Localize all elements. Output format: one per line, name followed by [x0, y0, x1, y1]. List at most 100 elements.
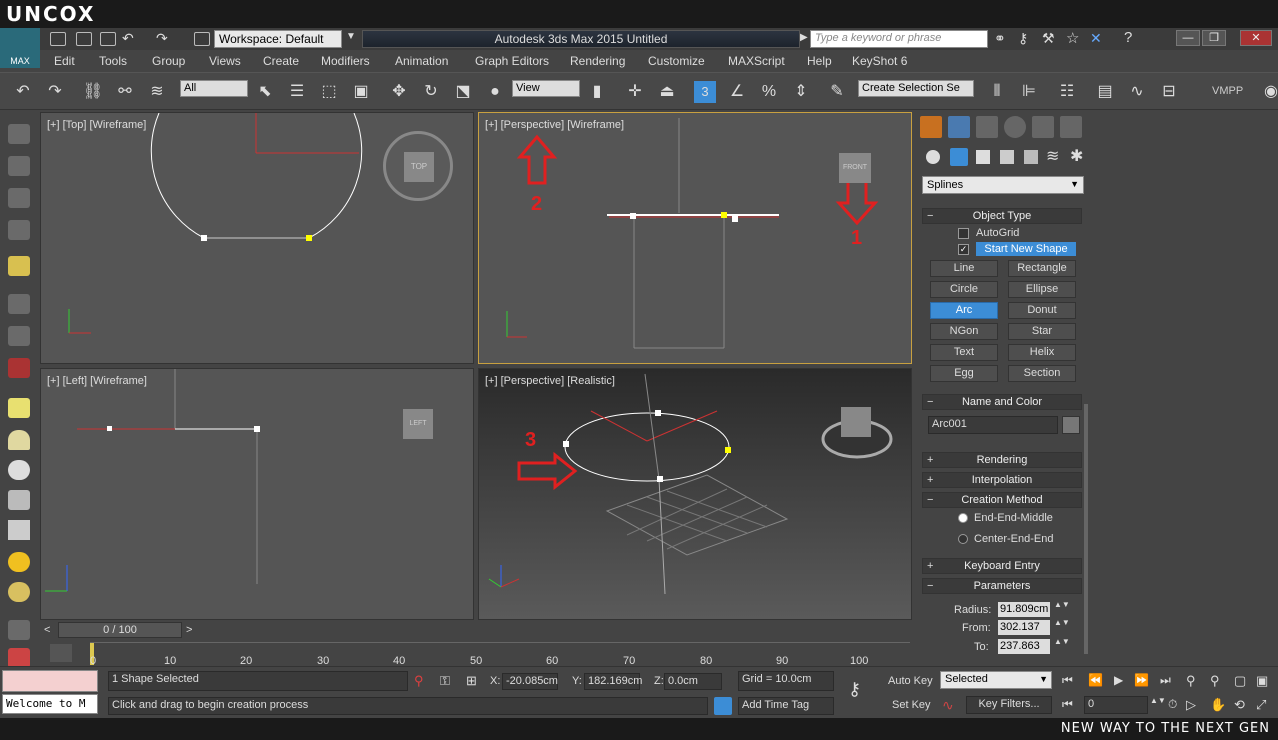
play-icon[interactable]: ▶: [1114, 673, 1123, 687]
z-coordinate-input[interactable]: 0.0cm: [664, 673, 722, 690]
from-input[interactable]: 302.137: [998, 620, 1050, 635]
arc-button[interactable]: Arc: [930, 302, 998, 319]
viewcube-face-top[interactable]: TOP: [404, 152, 434, 182]
display-icon[interactable]: [8, 326, 30, 346]
geometry-icon[interactable]: [926, 150, 940, 164]
viewcube[interactable]: TOP: [383, 131, 453, 201]
zoom-extents-icon[interactable]: ▢: [1234, 673, 1246, 689]
rollout-parameters[interactable]: − Parameters: [922, 578, 1082, 594]
bind-space-warp-icon[interactable]: ≋: [146, 81, 168, 103]
add-time-tag-button[interactable]: Add Time Tag: [738, 697, 834, 715]
line-button[interactable]: Line: [930, 260, 998, 277]
autogrid-checkbox[interactable]: [958, 228, 969, 239]
angle-snap-icon[interactable]: ∠: [726, 81, 748, 103]
set-key-icon[interactable]: ⚷: [848, 679, 861, 700]
maxscript-listener[interactable]: Welcome to M: [2, 694, 98, 714]
viewcube-face-left[interactable]: LEFT: [403, 409, 433, 439]
end-end-middle-radio[interactable]: [958, 513, 968, 523]
key-filters-button[interactable]: Key Filters...: [966, 696, 1052, 714]
percent-snap-icon[interactable]: %: [758, 81, 780, 103]
pivot-center-icon[interactable]: ▮: [586, 81, 608, 103]
create-tab-icon[interactable]: [920, 116, 942, 138]
space-warps-icon[interactable]: ≋: [1046, 146, 1059, 166]
layer-explorer-icon[interactable]: [8, 220, 30, 240]
auto-key-button[interactable]: Auto Key: [888, 675, 933, 687]
zoom-extents-all-icon[interactable]: ▣: [1256, 673, 1268, 689]
object-name-input[interactable]: Arc001: [928, 416, 1058, 434]
scale-icon[interactable]: ⬔: [452, 81, 474, 103]
zoom-all-icon[interactable]: ⚲: [1210, 673, 1220, 689]
material-editor-icon[interactable]: [8, 156, 30, 176]
paint-icon[interactable]: [8, 648, 30, 668]
section-button[interactable]: Section: [1008, 365, 1076, 382]
ngon-button[interactable]: NGon: [930, 323, 998, 340]
menu-customize[interactable]: Customize: [648, 54, 705, 68]
time-configuration-icon[interactable]: ⏱: [1168, 697, 1177, 712]
maximize-viewport-icon[interactable]: ⤢: [1256, 697, 1266, 713]
link-icon[interactable]: ⛓: [82, 81, 104, 103]
helpers-icon[interactable]: [1024, 150, 1038, 164]
time-slider[interactable]: 0 / 100: [58, 622, 182, 638]
rollout-object-type[interactable]: − Object Type: [922, 208, 1082, 224]
menu-keyshot[interactable]: KeyShot 6: [852, 54, 907, 68]
lights-icon[interactable]: [976, 150, 990, 164]
move-icon[interactable]: ✥: [388, 81, 410, 103]
key-mode-dropdown[interactable]: Selected ▼: [940, 671, 1052, 689]
ellipse-button[interactable]: Ellipse: [1008, 281, 1076, 298]
rollout-keyboard-entry[interactable]: + Keyboard Entry: [922, 558, 1082, 574]
favorites-icon[interactable]: ☆: [1066, 29, 1079, 47]
particle-icon[interactable]: [8, 620, 30, 640]
egg-button[interactable]: Egg: [930, 365, 998, 382]
select-by-name-icon[interactable]: ☰: [286, 81, 308, 103]
frame-spinner-icon[interactable]: ▲▼: [1150, 696, 1166, 705]
sun-icon[interactable]: [8, 552, 30, 572]
hierarchy-tab-icon[interactable]: [976, 116, 998, 138]
key-mode-toggle-icon[interactable]: ⏮: [1062, 697, 1073, 712]
light-icon[interactable]: [8, 256, 30, 276]
menu-graph-editors[interactable]: Graph Editors: [475, 54, 549, 68]
current-frame-input[interactable]: 0: [1084, 696, 1148, 714]
render-icon[interactable]: [8, 358, 30, 378]
systems-icon[interactable]: ✱: [1070, 146, 1083, 166]
ring-icon[interactable]: [8, 582, 30, 602]
search-input[interactable]: Type a keyword or phrase: [810, 30, 988, 48]
scene-explorer-icon[interactable]: [8, 188, 30, 208]
previous-frame-icon[interactable]: ⏪: [1088, 673, 1103, 687]
cameras-icon[interactable]: [1000, 150, 1014, 164]
restore-button[interactable]: ❐: [1202, 30, 1226, 46]
open-file-icon[interactable]: [76, 32, 92, 46]
zoom-icon[interactable]: ⚲: [1186, 673, 1196, 689]
selection-lock-icon[interactable]: ⚿: [440, 673, 450, 689]
viewport-top[interactable]: [+] [Top] [Wireframe] TOP: [40, 112, 474, 364]
binoculars-icon[interactable]: ⚭: [994, 30, 1006, 47]
category-dropdown[interactable]: Splines ▼: [922, 176, 1084, 194]
keyboard-shortcut-icon[interactable]: ⏏: [656, 81, 678, 103]
teapot-primitive-icon[interactable]: [8, 490, 30, 510]
display-tab-icon[interactable]: [1032, 116, 1054, 138]
exchange-icon[interactable]: ✕: [1090, 30, 1102, 47]
rectangular-selection-icon[interactable]: ⬚: [318, 81, 340, 103]
dome-icon[interactable]: [8, 430, 30, 450]
select-manipulate-icon[interactable]: ✛: [624, 81, 646, 103]
track-bar[interactable]: 0 10 20 30 40 50 60 70 80 90 100: [90, 642, 910, 667]
snaps-toggle-icon[interactable]: 3: [694, 81, 716, 103]
viewport-perspective-realistic[interactable]: [+] [Perspective] [Realistic] 3: [478, 368, 912, 620]
schematic-view-icon[interactable]: ⊟: [1158, 81, 1180, 103]
named-selection-set-dropdown[interactable]: Create Selection Se: [858, 80, 974, 97]
viewcube-face-front[interactable]: FRONT: [839, 153, 871, 183]
undo-icon[interactable]: ↶: [122, 30, 134, 47]
isolate-selection-icon[interactable]: ⚲: [414, 673, 424, 689]
panel-scrollbar[interactable]: [1084, 404, 1088, 654]
time-slider-prev[interactable]: <: [44, 624, 50, 636]
radius-spinner-icon[interactable]: ▲▼: [1054, 600, 1070, 609]
time-slider-next[interactable]: >: [186, 624, 192, 636]
motion-tab-icon[interactable]: [1004, 116, 1026, 138]
set-key-button[interactable]: Set Key: [892, 699, 931, 711]
unlink-icon[interactable]: ⚯: [114, 81, 136, 103]
key-tangent-icon[interactable]: ∿: [942, 697, 954, 714]
rollout-rendering[interactable]: + Rendering: [922, 452, 1082, 468]
close-button[interactable]: ✕: [1240, 30, 1272, 46]
rollout-interpolation[interactable]: + Interpolation: [922, 472, 1082, 488]
plane-icon[interactable]: [8, 398, 30, 418]
menu-edit[interactable]: Edit: [54, 54, 75, 68]
